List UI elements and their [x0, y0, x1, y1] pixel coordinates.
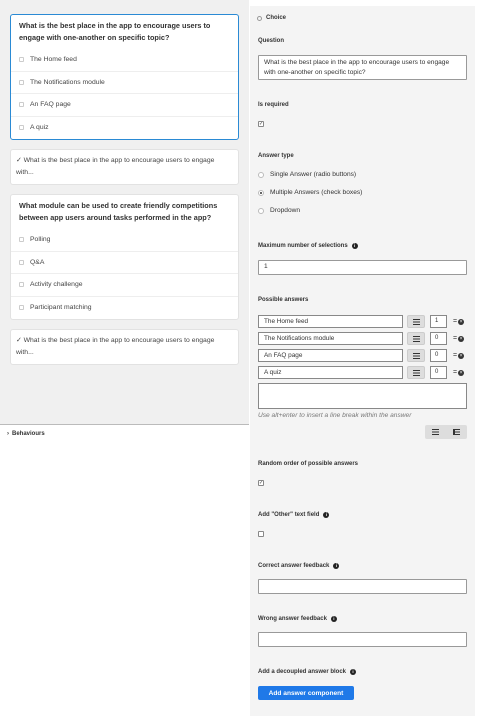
radio-icon	[258, 207, 264, 214]
panel-footer-strip	[250, 716, 475, 724]
checkbox-icon	[19, 259, 24, 265]
properties-panel: Choice Question What is the best place i…	[250, 0, 475, 724]
checkbox-icon	[19, 56, 24, 62]
remove-icon[interactable]: ×	[458, 353, 465, 359]
checkbox-icon	[19, 102, 24, 108]
remove-icon[interactable]: ×	[458, 370, 465, 376]
max-selections-label: Maximum number of selections i	[258, 243, 358, 249]
drag-handle-icon[interactable]: =	[453, 352, 457, 359]
info-icon[interactable]: i	[323, 512, 330, 518]
question-field[interactable]: What is the best place in the app to enc…	[258, 55, 467, 80]
align-left-icon	[432, 429, 439, 435]
choice-icon	[257, 15, 262, 21]
list-icon	[453, 429, 460, 435]
info-icon[interactable]: i	[351, 243, 358, 249]
answer-text-field[interactable]: An FAQ page	[258, 349, 403, 362]
list-item: An FAQ page	[11, 93, 238, 116]
remove-icon[interactable]: ×	[458, 336, 465, 342]
panel-title: Choice	[257, 15, 286, 21]
list-item: The Home feed	[11, 48, 238, 71]
line-break-hint: Use alt+enter to insert a line break wit…	[258, 412, 412, 419]
answer-type-option-single[interactable]: Single Answer (radio buttons)	[258, 171, 356, 178]
answer-score-field[interactable]: 1	[430, 315, 447, 328]
question-card-summary[interactable]: ✓ What is the best place in the app to e…	[10, 149, 239, 185]
format-toggle	[425, 425, 467, 439]
answer-row-actions: = ×	[453, 335, 465, 343]
behaviours-panel: › Behaviours	[0, 424, 249, 724]
checkbox-icon	[19, 79, 24, 85]
drag-handle-icon[interactable]: =	[453, 335, 457, 342]
align-left-icon	[412, 369, 420, 376]
align-left-icon	[412, 335, 420, 342]
add-answer-component-button[interactable]: Add answer component	[258, 686, 354, 700]
answer-score-field[interactable]: 0	[430, 366, 447, 379]
checkbox-icon	[19, 282, 24, 288]
random-order-label: Random order of possible answers	[258, 461, 359, 467]
question-card-1[interactable]: What is the best place in the app to enc…	[10, 14, 239, 140]
question-list: What is the best place in the app to enc…	[0, 0, 249, 424]
question-card-2[interactable]: What module can be used to create friend…	[10, 194, 239, 320]
list-button[interactable]	[446, 425, 467, 439]
question-card-title: What module can be used to create friend…	[19, 201, 218, 222]
wrong-feedback-input[interactable]	[258, 632, 467, 647]
align-left-button[interactable]	[425, 425, 446, 439]
align-left-icon	[412, 352, 420, 359]
other-field-label: Add "Other" text field i	[258, 512, 330, 518]
wrong-feedback-label: Wrong answer feedback i	[258, 616, 337, 622]
info-icon[interactable]: i	[330, 616, 337, 622]
question-summary-text: ✓ What is the best place in the app to e…	[16, 337, 215, 356]
left-panel: What is the best place in the app to enc…	[0, 0, 249, 724]
answer-text-field[interactable]: The Home feed	[258, 315, 403, 328]
answer-text-field[interactable]: A quiz	[258, 366, 403, 379]
answer-score-field[interactable]: 0	[430, 332, 447, 345]
checkbox-icon	[19, 236, 24, 242]
checkbox-icon	[19, 304, 24, 310]
max-selections-input[interactable]: 1	[258, 260, 467, 275]
radio-selected-icon	[258, 189, 264, 196]
behaviours-toggle[interactable]: › Behaviours	[7, 431, 45, 437]
answer-format-button[interactable]	[407, 366, 425, 379]
answer-row-actions: = ×	[453, 352, 465, 360]
answer-type-label: Answer type	[258, 153, 294, 159]
answer-format-button[interactable]	[407, 315, 425, 328]
list-item: Activity challenge	[11, 273, 238, 296]
drag-handle-icon[interactable]: =	[453, 318, 457, 325]
align-left-icon	[412, 318, 420, 325]
info-icon[interactable]: i	[350, 669, 357, 675]
answer-row-actions: = ×	[453, 318, 465, 326]
question-card-title: What is the best place in the app to enc…	[19, 21, 211, 42]
new-answer-textarea[interactable]	[258, 383, 467, 409]
radio-icon	[258, 171, 264, 178]
list-item: Participant matching	[11, 295, 238, 319]
is-required-label: Is required	[258, 102, 289, 108]
answer-row-actions: = ×	[453, 369, 465, 377]
answer-format-button[interactable]	[407, 332, 425, 345]
panel-header-strip	[250, 0, 475, 6]
list-item: Q&A	[11, 250, 238, 274]
answer-type-option-multiple[interactable]: Multiple Answers (check boxes)	[258, 189, 362, 196]
answer-score-field[interactable]: 0	[430, 349, 447, 362]
remove-icon[interactable]: ×	[458, 319, 465, 325]
info-icon[interactable]: i	[333, 563, 340, 569]
answer-type-option-dropdown[interactable]: Dropdown	[258, 207, 300, 214]
possible-answers-label: Possible answers	[258, 297, 309, 303]
drag-handle-icon[interactable]: =	[453, 369, 457, 376]
random-order-checkbox[interactable]: ✓	[258, 480, 264, 486]
list-item: Polling	[11, 228, 238, 251]
decoupled-block-label: Add a decoupled answer block i	[258, 669, 357, 675]
is-required-checkbox[interactable]: ✓	[258, 121, 264, 127]
answer-format-button[interactable]	[407, 349, 425, 362]
question-label: Question	[258, 38, 285, 44]
correct-feedback-label: Correct answer feedback i	[258, 563, 340, 569]
chevron-right-icon: ›	[7, 431, 9, 437]
answer-text-field[interactable]: The Notifications module	[258, 332, 403, 345]
question-card-summary[interactable]: ✓ What is the best place in the app to e…	[10, 329, 239, 365]
question-summary-text: ✓ What is the best place in the app to e…	[16, 157, 215, 176]
checkbox-icon	[19, 124, 24, 130]
correct-feedback-input[interactable]	[258, 579, 467, 594]
list-item: The Notifications module	[11, 70, 238, 94]
list-item: A quiz	[11, 115, 238, 139]
other-field-checkbox[interactable]	[258, 531, 264, 537]
